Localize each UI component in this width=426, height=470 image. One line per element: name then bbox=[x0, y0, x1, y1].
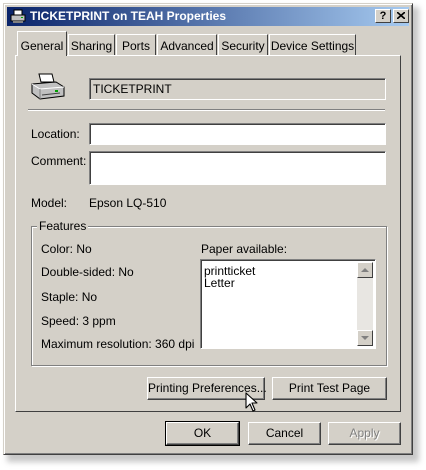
tab-advanced[interactable]: Advanced bbox=[157, 34, 217, 55]
printer-icon bbox=[10, 9, 26, 23]
cancel-button[interactable]: Cancel bbox=[248, 422, 321, 445]
tab-ports[interactable]: Ports bbox=[116, 34, 156, 55]
mouse-cursor-icon bbox=[245, 392, 258, 412]
tab-device-settings[interactable]: Device Settings bbox=[269, 34, 356, 55]
tab-sharing[interactable]: Sharing bbox=[68, 34, 115, 55]
title-bar[interactable]: TICKETPRINT on TEAH Properties ? bbox=[7, 7, 409, 26]
close-button[interactable] bbox=[393, 9, 409, 23]
ok-button[interactable]: OK bbox=[165, 421, 240, 446]
tab-general[interactable]: General bbox=[17, 31, 67, 56]
apply-button[interactable]: Apply bbox=[328, 422, 401, 445]
tab-security[interactable]: Security bbox=[218, 34, 268, 55]
window-title: TICKETPRINT on TEAH Properties bbox=[30, 9, 227, 23]
close-icon bbox=[396, 11, 406, 20]
help-button[interactable]: ? bbox=[375, 9, 391, 23]
general-tab-panel bbox=[15, 55, 401, 412]
